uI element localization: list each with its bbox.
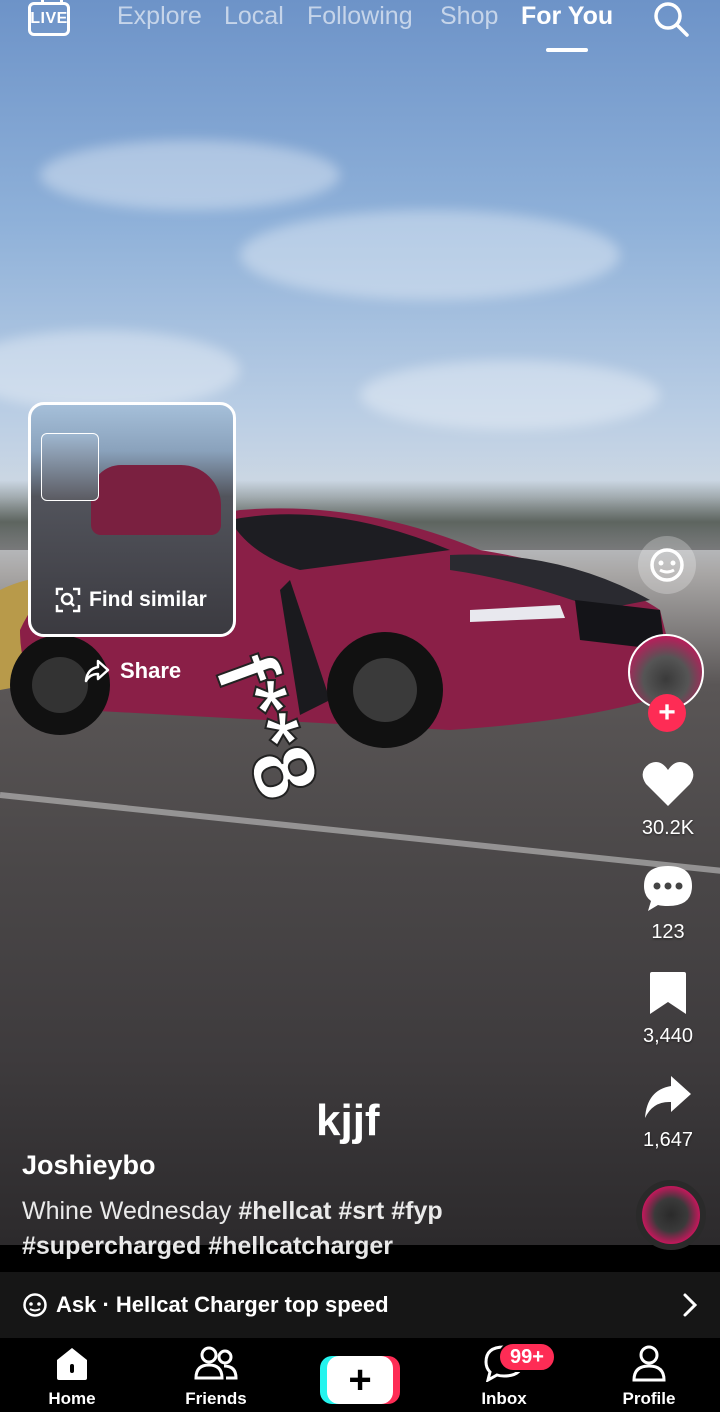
like-button[interactable]: 30.2K [628, 760, 708, 840]
bookmark-icon [650, 972, 686, 1014]
share-rail-button[interactable]: 1,647 [628, 1074, 708, 1152]
home-icon [57, 1348, 87, 1380]
cloud [0, 330, 240, 410]
scan-search-icon [55, 587, 81, 613]
live-icon[interactable]: LIVE [28, 2, 70, 36]
save-count: 3,440 [642, 1025, 694, 1047]
ai-assistant-button[interactable] [638, 536, 696, 594]
hashtag[interactable]: #hellcat [238, 1197, 331, 1225]
hashtag[interactable]: #hellcatcharger [208, 1232, 393, 1260]
follow-button[interactable]: + [648, 694, 686, 732]
hashtag[interactable]: #supercharged [22, 1232, 201, 1260]
create-button[interactable]: + [320, 1356, 400, 1404]
tab-local[interactable]: Local [224, 2, 284, 31]
profile-icon [632, 1345, 666, 1382]
save-button[interactable]: 3,440 [628, 970, 708, 1048]
share-count: 1,647 [642, 1129, 694, 1151]
comment-button[interactable]: 123 [628, 864, 708, 944]
nav-friends[interactable]: Friends [161, 1344, 271, 1409]
tab-following[interactable]: Following [307, 2, 413, 31]
nav-inbox-label: Inbox [481, 1389, 527, 1408]
tab-for-you[interactable]: For You [521, 2, 613, 31]
hashtag[interactable]: #fyp [391, 1197, 442, 1225]
video-caption-text: kjjf [316, 1096, 380, 1145]
creator-username[interactable]: Joshieybo [22, 1150, 156, 1181]
nav-home[interactable]: Home [17, 1344, 127, 1409]
like-count: 30.2K [641, 817, 695, 839]
share-icon [645, 1076, 691, 1118]
popup-mini-thumbnail [41, 433, 99, 501]
chevron-right-icon [683, 1293, 698, 1317]
nav-home-label: Home [48, 1389, 96, 1408]
bottom-navigation: Home Friends + Inbox Profile [0, 1338, 720, 1412]
cloud [240, 210, 620, 300]
cloud [40, 140, 340, 210]
post-description: Whine Wednesday #hellcat #srt #fyp #supe… [22, 1194, 622, 1264]
heart-icon [642, 762, 694, 806]
road-line [0, 792, 720, 876]
comment-icon [644, 866, 692, 911]
ai-ask-icon [23, 1293, 47, 1317]
share-button[interactable]: Share [84, 658, 181, 684]
ask-search-bar[interactable]: Ask · Hellcat Charger top speed [0, 1272, 720, 1338]
cloud [360, 360, 660, 430]
create-icon: + [327, 1356, 393, 1404]
ai-chat-icon [650, 548, 684, 582]
top-navigation: LIVE Explore Local Following Shop For Yo… [0, 0, 720, 60]
tab-explore[interactable]: Explore [117, 2, 202, 31]
inbox-badge: 99+ [498, 1342, 556, 1372]
friends-icon [194, 1346, 238, 1380]
find-similar-popup[interactable]: Find similar [28, 402, 236, 637]
ask-label: Ask · Hellcat Charger top speed [56, 1292, 389, 1317]
nav-profile-label: Profile [622, 1389, 676, 1408]
nav-profile[interactable]: Profile [594, 1344, 704, 1409]
live-label: LIVE [30, 10, 68, 27]
share-label: Share [120, 658, 182, 683]
search-icon[interactable] [652, 0, 690, 38]
description-text: Whine Wednesday [22, 1197, 232, 1225]
hashtag[interactable]: #srt [338, 1197, 384, 1225]
comment-count: 123 [651, 921, 685, 943]
music-disc-icon[interactable] [636, 1180, 706, 1250]
find-similar-button[interactable]: Find similar [55, 587, 207, 613]
tab-shop[interactable]: Shop [440, 2, 498, 31]
share-arrow-icon [84, 659, 110, 683]
find-similar-label: Find similar [89, 588, 207, 611]
active-tab-indicator [546, 48, 588, 52]
nav-friends-label: Friends [185, 1389, 247, 1408]
popup-thumbnail-car [91, 465, 221, 535]
